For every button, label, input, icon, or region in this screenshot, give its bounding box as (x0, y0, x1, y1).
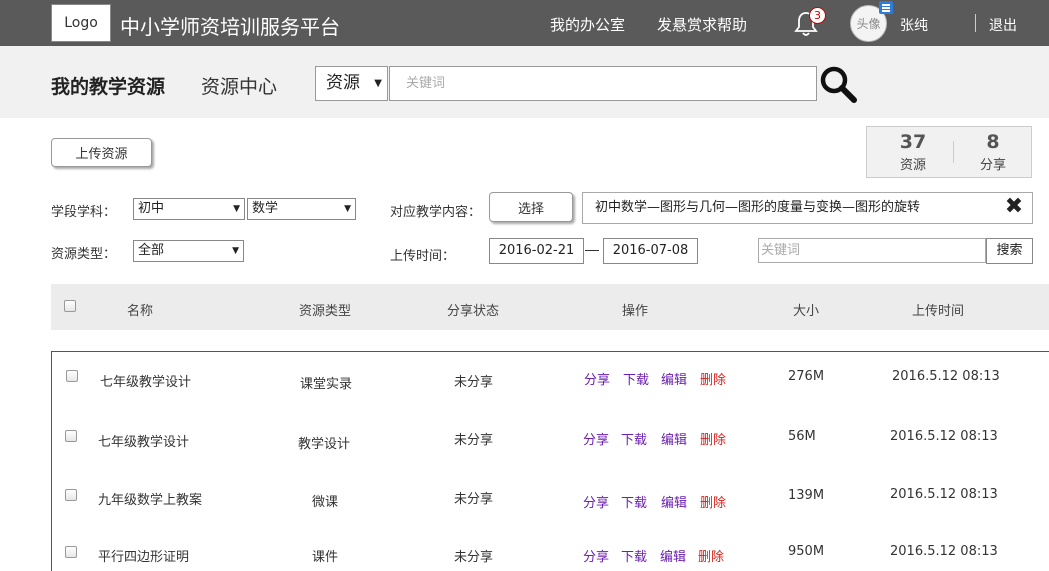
main-search-input[interactable]: 关键词 (389, 66, 817, 101)
row-name[interactable]: 九年级数学上教案 (98, 489, 202, 508)
row-type: 微课 (312, 495, 339, 510)
dropdown-arrow-icon: ▼ (232, 246, 239, 256)
row-upload-time: 2016.5.12 08:13 (890, 544, 998, 559)
edit-link[interactable]: 编辑 (661, 369, 687, 388)
nav-post-bounty[interactable]: 发悬赏求帮助 (657, 14, 747, 35)
row-type: 课堂实录 (300, 377, 353, 392)
resource-type-select[interactable]: 全部 ▼ (133, 240, 244, 262)
row-type: 课件 (312, 550, 339, 565)
site-title: 中小学师资培训服务平台 (120, 15, 340, 39)
row-checkbox[interactable] (65, 430, 77, 442)
row-upload-time: 2016.5.12 08:13 (890, 429, 998, 444)
row-status: 未分享 (454, 375, 494, 390)
resource-type-label: 资源类型： (51, 247, 117, 262)
row-upload-time: 2016.5.12 08:13 (892, 369, 1000, 384)
delete-link[interactable]: 删除 (700, 369, 726, 388)
download-link[interactable]: 下载 (623, 369, 649, 388)
row-status: 未分享 (454, 492, 494, 507)
download-link[interactable]: 下载 (621, 546, 647, 565)
page-title: 我的教学资源 (51, 76, 166, 98)
search-type-value: 资源 (326, 73, 360, 93)
row-checkbox[interactable] (66, 370, 78, 382)
column-header-share-status[interactable]: 分享状态 (447, 300, 499, 319)
row-name[interactable]: 平行四边形证明 (98, 546, 189, 565)
divider (953, 141, 954, 163)
stats-panel: 37 资源 8 分享 (866, 126, 1032, 178)
top-navbar: Logo 中小学师资培训服务平台 我的办公室 发悬赏求帮助 3 头像 张纯 退出 (0, 0, 1049, 46)
row-size: 139M (788, 488, 825, 503)
stat-resources-label: 资源 (899, 158, 926, 173)
select-all-checkbox[interactable] (64, 300, 76, 312)
delete-link[interactable]: 删除 (698, 546, 724, 565)
column-header-name[interactable]: 名称 (127, 300, 153, 319)
notification-badge: 3 (809, 7, 826, 24)
table-header: 名称 资源类型 分享状态 操作 大小 上传时间 (51, 284, 1049, 330)
row-type: 教学设计 (298, 437, 351, 452)
date-to-input[interactable]: 2016-07-08 (603, 238, 698, 264)
row-status: 未分享 (454, 550, 494, 565)
divider (975, 14, 976, 32)
stat-shared-value: 8 (986, 131, 1000, 153)
share-link[interactable]: 分享 (583, 546, 609, 565)
logout-link[interactable]: 退出 (989, 15, 1017, 35)
download-link[interactable]: 下载 (621, 429, 647, 448)
grade-subject-label: 学段学科： (51, 205, 117, 220)
subject-select[interactable]: 数学 ▼ (247, 198, 356, 220)
stat-shared-label: 分享 (979, 158, 1006, 173)
dropdown-arrow-icon: ▼ (233, 204, 240, 214)
logo[interactable]: Logo (51, 4, 111, 42)
row-upload-time: 2016.5.12 08:13 (890, 487, 998, 502)
row-name[interactable]: 七年级教学设计 (100, 371, 191, 390)
upload-resource-button[interactable]: 上传资源 (51, 138, 152, 167)
row-checkbox[interactable] (65, 489, 77, 501)
dropdown-arrow-icon: ▼ (344, 204, 351, 214)
edit-link[interactable]: 编辑 (660, 546, 686, 565)
stage-select[interactable]: 初中 ▼ (133, 198, 245, 220)
search-type-select[interactable]: 资源 ▼ (315, 66, 388, 101)
date-range-dash (585, 250, 599, 251)
teaching-content-label: 对应教学内容： (390, 205, 482, 220)
edit-link[interactable]: 编辑 (661, 492, 687, 511)
upload-time-label: 上传时间： (390, 249, 456, 264)
column-header-actions: 操作 (622, 304, 649, 319)
edit-link[interactable]: 编辑 (661, 429, 687, 448)
date-from-input[interactable]: 2016-02-21 (489, 238, 584, 264)
row-size: 276M (788, 369, 825, 384)
resource-type-value: 全部 (138, 243, 165, 258)
row-checkbox[interactable] (65, 546, 77, 558)
row-status: 未分享 (454, 433, 494, 448)
username[interactable]: 张纯 (900, 15, 928, 35)
row-size: 56M (788, 429, 816, 444)
subject-value: 数学 (252, 201, 279, 216)
search-button[interactable]: 搜索 (986, 238, 1033, 264)
table-body: 七年级教学设计 课堂实录 未分享 分享 下载 编辑 删除 276M 2016.5… (51, 351, 1049, 571)
delete-link[interactable]: 删除 (700, 429, 726, 448)
column-header-size[interactable]: 大小 (793, 300, 819, 319)
close-icon[interactable]: ✖ (1003, 195, 1025, 219)
select-content-button[interactable]: 选择 (489, 192, 573, 222)
dropdown-arrow-icon: ▼ (374, 78, 382, 89)
stat-resources: 37 资源 (878, 127, 948, 173)
resource-center-link[interactable]: 资源中心 (201, 72, 277, 99)
column-header-upload-time[interactable]: 上传时间 (912, 300, 964, 319)
row-name[interactable]: 七年级教学设计 (98, 431, 189, 450)
share-link[interactable]: 分享 (584, 369, 610, 388)
share-link[interactable]: 分享 (583, 429, 609, 448)
stat-resources-value: 37 (899, 131, 927, 153)
search-icon[interactable] (818, 64, 858, 104)
download-link[interactable]: 下载 (621, 492, 647, 511)
nav-my-office[interactable]: 我的办公室 (550, 14, 625, 35)
column-header-type[interactable]: 资源类型 (299, 300, 351, 319)
share-link[interactable]: 分享 (583, 492, 609, 511)
teaching-content-field[interactable]: 初中数学—图形与几何—图形的度量与变换—图形的旋转 (582, 192, 1033, 224)
row-size: 950M (788, 544, 825, 559)
delete-link[interactable]: 删除 (700, 492, 726, 511)
stage-value: 初中 (138, 201, 165, 216)
menu-icon[interactable] (879, 1, 893, 14)
stat-shared: 8 分享 (958, 127, 1028, 173)
keyword-input[interactable]: 关键词 (758, 238, 986, 263)
